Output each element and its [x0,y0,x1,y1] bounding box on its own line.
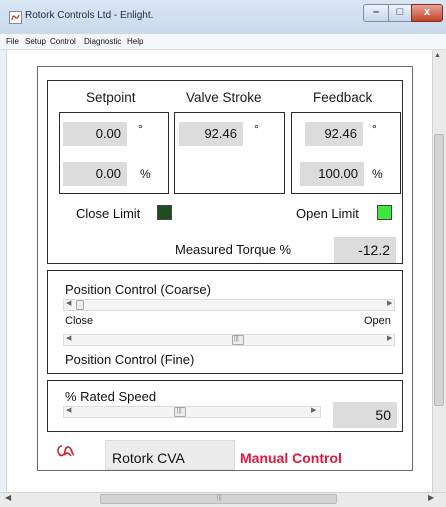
window-title: Rotork Controls Ltd - Enlight. [25,10,154,21]
scroll-left-arrow-icon[interactable]: ◀ [5,493,11,502]
open-limit-label: Open Limit [296,206,359,221]
rotork-logo-icon [56,443,76,459]
feedback-header: Feedback [313,90,373,105]
menu-file[interactable]: File [6,37,19,46]
menu-control[interactable]: Control [50,37,76,46]
fine-thumb-grip-icon: ||| [234,336,239,342]
feedback-degrees-unit: ° [372,122,377,136]
left-frame [0,50,7,492]
position-coarse-slider[interactable] [63,299,395,311]
scroll-right-arrow-icon[interactable]: ▶ [428,493,434,502]
setpoint-percent-field[interactable]: 0.00 [63,162,127,186]
control-mode-status: Manual Control [240,450,342,466]
close-icon: x [423,6,431,18]
measured-torque-value: -12.2 [334,237,396,263]
close-limit-label: Close Limit [76,206,141,221]
fine-left-arrow-icon[interactable]: ◀ [66,334,71,342]
minimize-button[interactable]: – [363,4,389,22]
speed-left-arrow-icon[interactable]: ◀ [66,406,71,414]
position-coarse-label: Position Control (Coarse) [65,282,211,297]
position-fine-label: Position Control (Fine) [65,352,195,367]
measured-torque-label: Measured Torque % [175,242,292,257]
position-fine-slider[interactable] [63,334,395,346]
rated-speed-value[interactable]: 50 [333,402,397,428]
maximize-icon: □ [396,6,404,18]
setpoint-degrees-unit: ° [138,122,143,136]
setpoint-degrees-field[interactable]: 0.00 [63,122,127,146]
menu-diagnostic[interactable]: Diagnostic [84,37,121,46]
valve-stroke-degrees-unit: ° [254,122,259,136]
speed-right-arrow-icon[interactable]: ▶ [311,406,316,414]
speed-thumb-grip-icon: ||| [177,408,182,414]
feedback-degrees-field: 92.46 [305,122,363,146]
rated-speed-label: % Rated Speed [65,389,157,404]
vertical-scroll-thumb[interactable] [434,134,444,406]
valve-stroke-degrees-field: 92.46 [179,122,243,146]
feedback-percent-unit: % [372,167,383,181]
menu-help[interactable]: Help [127,37,143,46]
menu-setup[interactable]: Setup [25,37,46,46]
close-limit-indicator [157,205,172,220]
setpoint-percent-unit: % [140,167,151,181]
fine-right-arrow-icon[interactable]: ▶ [387,334,392,342]
coarse-left-arrow-icon[interactable]: ◀ [66,299,71,307]
close-button[interactable]: x [411,4,443,22]
app-icon [9,11,22,24]
setpoint-header: Setpoint [86,90,136,105]
open-label: Open [364,315,391,327]
rated-speed-slider[interactable] [63,406,321,418]
position-coarse-thumb[interactable] [76,300,84,310]
feedback-percent-field: 100.00 [300,162,364,186]
device-name: Rotork CVA [112,450,185,466]
minimize-icon: – [372,6,380,18]
close-label: Close [65,315,94,327]
scroll-grip-icon: ||| [217,495,222,501]
valve-stroke-header: Valve Stroke [186,90,262,105]
coarse-right-arrow-icon[interactable]: ▶ [387,299,392,307]
open-limit-indicator [377,205,392,220]
maximize-button[interactable]: □ [388,4,412,22]
scroll-up-arrow-icon[interactable]: ▲ [434,52,441,59]
